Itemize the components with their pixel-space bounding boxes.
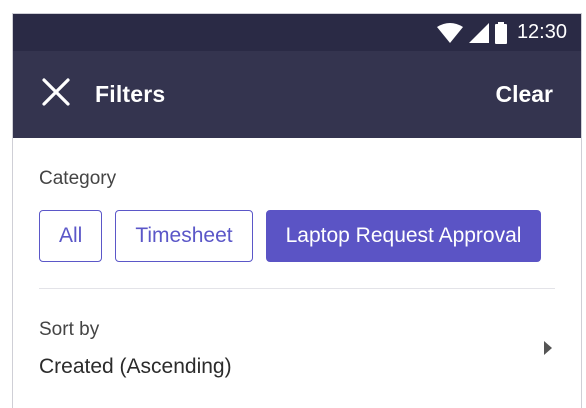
status-bar: 12:30 bbox=[13, 14, 581, 51]
page-title: Filters bbox=[95, 81, 166, 107]
chevron-right-icon bbox=[543, 341, 553, 360]
chip-timesheet[interactable]: Timesheet bbox=[115, 210, 253, 262]
filters-content: Category All Timesheet Laptop Request Ap… bbox=[13, 168, 581, 379]
sort-by-row[interactable]: Sort by Created (Ascending) bbox=[39, 289, 581, 379]
status-time: 12:30 bbox=[516, 21, 567, 43]
sort-by-label: Sort by bbox=[39, 319, 100, 340]
battery-icon bbox=[494, 21, 507, 44]
signal-icon bbox=[468, 22, 489, 43]
sort-by-value: Created (Ascending) bbox=[39, 355, 232, 378]
chip-laptop-request-approval[interactable]: Laptop Request Approval bbox=[265, 210, 542, 262]
chip-all[interactable]: All bbox=[39, 210, 103, 262]
close-button[interactable] bbox=[39, 78, 73, 112]
close-icon bbox=[41, 77, 71, 112]
category-label: Category bbox=[39, 168, 117, 189]
clear-button[interactable]: Clear bbox=[495, 81, 553, 108]
category-chips: All Timesheet Laptop Request Approval bbox=[39, 210, 581, 262]
app-bar: Filters Clear bbox=[13, 51, 581, 138]
status-icons bbox=[436, 21, 507, 44]
filters-screen: 12:30 Filters Clear Category All Timeshe… bbox=[12, 13, 582, 408]
wifi-icon bbox=[436, 22, 463, 43]
